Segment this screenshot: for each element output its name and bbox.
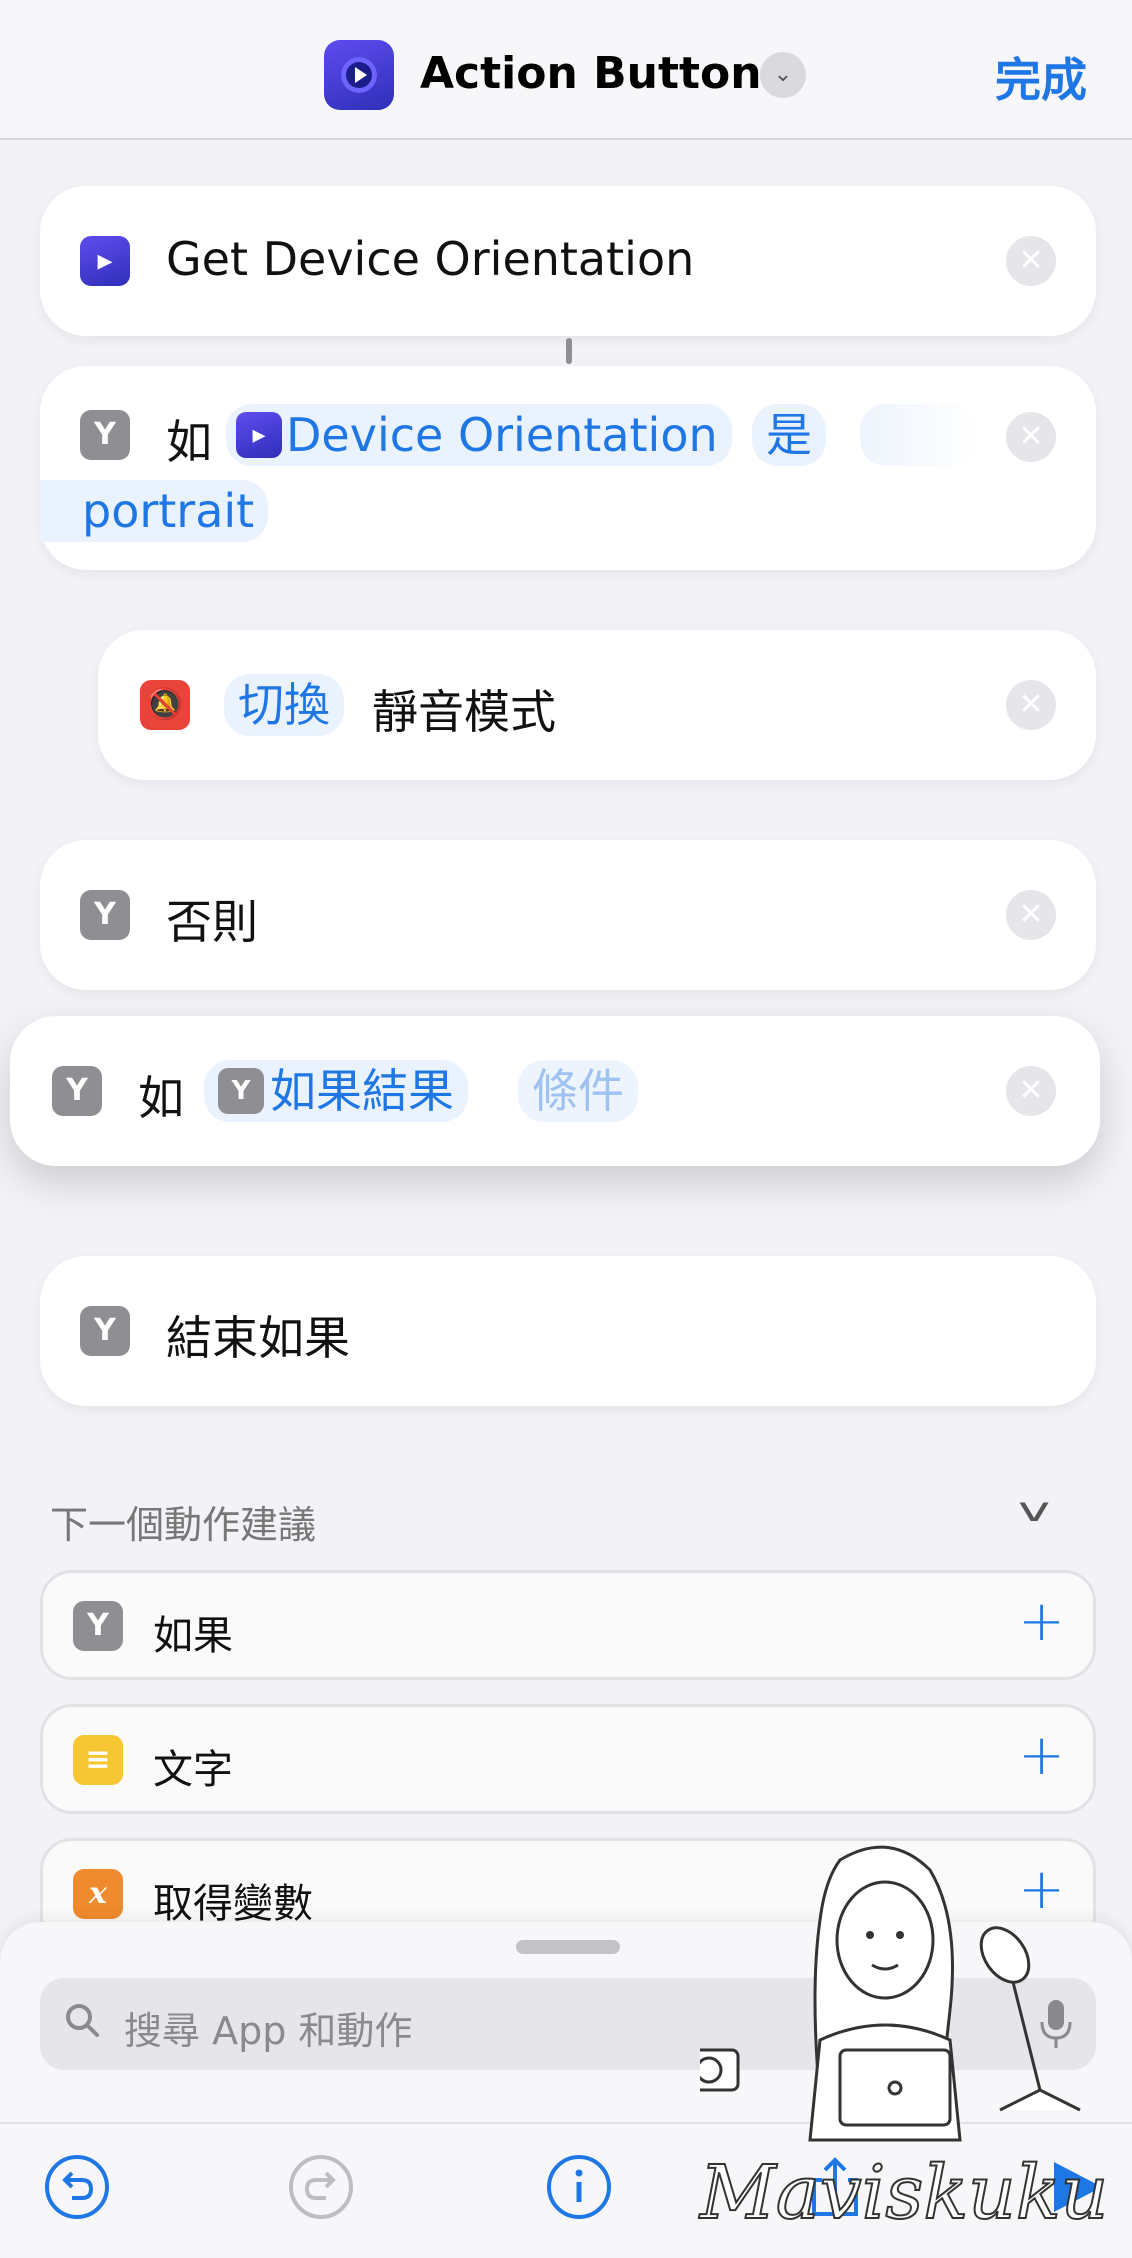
suggestion-label: 如果 — [153, 1613, 233, 1659]
branch-icon: Y — [80, 410, 130, 460]
action-if-orientation[interactable]: Y 如 ▸ Device Orientation 是 portrait ✕ — [40, 366, 1096, 570]
action-button-app-icon: ▸ — [236, 412, 282, 458]
redo-button[interactable] — [286, 2152, 356, 2222]
empty-token[interactable] — [860, 404, 978, 466]
share-button[interactable] — [800, 2152, 870, 2222]
if-result-variable[interactable]: Y 如果結果 — [204, 1060, 468, 1122]
variable-label: Device Orientation — [286, 408, 718, 462]
remove-action-icon[interactable]: ✕ — [1006, 412, 1056, 462]
bottom-toolbar — [0, 2122, 1132, 2258]
add-action-icon[interactable]: + — [1018, 1723, 1065, 1788]
info-icon — [547, 2155, 611, 2219]
search-icon — [66, 2004, 99, 2037]
shortcut-app-icon[interactable] — [324, 40, 394, 110]
undo-icon — [45, 2155, 109, 2219]
text-icon: ≡ — [73, 1735, 123, 1785]
action-label: 否則 — [166, 895, 258, 949]
toggle-token[interactable]: 切換 — [224, 674, 344, 736]
action-label: 靜音模式 — [372, 685, 556, 739]
sheet-grabber[interactable] — [516, 1940, 620, 1954]
operator-token[interactable]: 是 — [752, 404, 826, 466]
branch-icon: Y — [218, 1068, 264, 1114]
if-keyword: 如 — [166, 415, 212, 469]
action-if-result-dragging[interactable]: Y 如 Y 如果結果 條件 ✕ — [10, 1016, 1100, 1166]
suggestion-if[interactable]: Y 如果 + — [40, 1570, 1096, 1680]
add-action-icon[interactable]: + — [1018, 1857, 1065, 1922]
remove-action-icon[interactable]: ✕ — [1006, 680, 1056, 730]
action-label: 結束如果 — [166, 1311, 350, 1365]
action-label: Get Device Orientation — [166, 232, 695, 286]
share-icon — [812, 2157, 858, 2216]
suggestions-header: 下一個動作建議 — [50, 1503, 317, 1547]
action-toggle-silent-mode[interactable]: 🔕 切換 靜音模式 ✕ — [98, 630, 1096, 780]
remove-action-icon[interactable]: ✕ — [1006, 236, 1056, 286]
chevron-down-icon[interactable]: v — [1018, 1490, 1050, 1530]
flow-connector — [566, 338, 572, 364]
suggestion-label: 取得變數 — [153, 1881, 313, 1927]
shortcut-editor: Action Button ⌄ 完成 ▸ Get Device Orientat… — [0, 0, 1132, 2258]
device-orientation-variable[interactable]: ▸ Device Orientation — [226, 404, 732, 466]
condition-token[interactable]: 條件 — [518, 1060, 638, 1122]
chevron-down-icon[interactable]: ⌄ — [760, 52, 806, 98]
branch-icon: Y — [80, 1306, 130, 1356]
suggestion-text[interactable]: ≡ 文字 + — [40, 1704, 1096, 1814]
action-otherwise[interactable]: Y 否則 ✕ — [40, 840, 1096, 990]
info-button[interactable] — [544, 2152, 614, 2222]
branch-icon: Y — [52, 1066, 102, 1116]
branch-icon: Y — [80, 890, 130, 940]
action-get-device-orientation[interactable]: ▸ Get Device Orientation ✕ — [40, 186, 1096, 336]
variable-label: 如果結果 — [270, 1064, 454, 1118]
suggestion-label: 文字 — [153, 1747, 233, 1793]
add-action-icon[interactable]: + — [1018, 1589, 1065, 1654]
action-end-if[interactable]: Y 結束如果 — [40, 1256, 1096, 1406]
shortcut-title[interactable]: Action Button — [420, 48, 762, 99]
value-token[interactable]: portrait — [40, 480, 269, 542]
remove-action-icon[interactable]: ✕ — [1006, 1066, 1056, 1116]
action-search-sheet: 搜尋 App 和動作 — [0, 1922, 1132, 2122]
remove-action-icon[interactable]: ✕ — [1006, 890, 1056, 940]
action-button-app-icon: ▸ — [80, 236, 130, 286]
run-button[interactable] — [1040, 2152, 1110, 2222]
branch-icon: Y — [73, 1601, 123, 1651]
nav-bar: Action Button ⌄ 完成 — [0, 0, 1132, 140]
redo-icon — [289, 2155, 353, 2219]
play-icon — [1054, 2162, 1102, 2212]
search-input[interactable]: 搜尋 App 和動作 — [40, 1978, 1096, 2070]
bell-slash-icon: 🔕 — [140, 680, 190, 730]
microphone-icon[interactable] — [1038, 1996, 1074, 2052]
undo-button[interactable] — [42, 2152, 112, 2222]
if-keyword: 如 — [138, 1071, 184, 1125]
variable-icon: x — [73, 1869, 123, 1919]
search-placeholder: 搜尋 App 和動作 — [124, 2009, 413, 2053]
done-button[interactable]: 完成 — [995, 44, 1087, 110]
